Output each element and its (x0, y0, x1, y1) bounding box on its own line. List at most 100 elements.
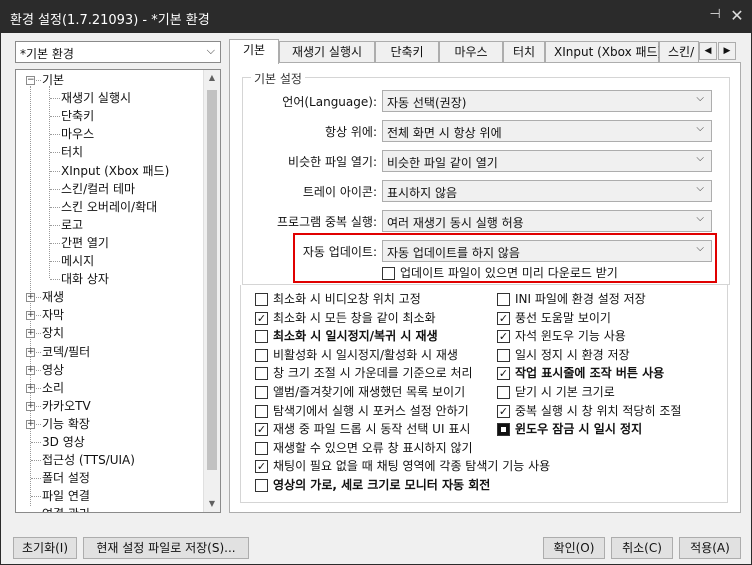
tree-item[interactable]: XInput (Xbox 패드) (61, 162, 169, 180)
tree-expander-icon[interactable]: + (26, 311, 35, 321)
tree-item[interactable]: 대화 상자 (61, 270, 109, 288)
tree-item[interactable]: 폴더 설정 (42, 469, 90, 487)
scrollbar-thumb[interactable] (207, 90, 217, 470)
tree-expander-icon[interactable]: + (26, 329, 35, 339)
tree-item[interactable]: 장치 (42, 324, 64, 342)
tree-item[interactable]: 터치 (61, 143, 83, 161)
tree-guide-line (50, 224, 60, 226)
window-title: 환경 설정(1.7.21093) - *기본 환경 (10, 13, 210, 28)
tab-item[interactable]: 마우스 (439, 41, 503, 63)
tree-expander-icon[interactable]: − (26, 76, 35, 85)
scroll-down-icon[interactable]: ▼ (204, 496, 220, 512)
tree-item[interactable]: 영상 (42, 361, 64, 379)
tree-item[interactable]: 코덱/필터 (42, 343, 90, 361)
tree-item[interactable]: 재생기 실행시 (61, 89, 131, 107)
tree-guide-line (50, 134, 60, 136)
tree-item[interactable]: 재생 (42, 288, 64, 306)
tab-item[interactable]: 재생기 실행시 (279, 41, 375, 63)
setting-dropdown[interactable]: 여러 재생기 동시 실행 허용 ⌵ (382, 210, 712, 232)
tab-item[interactable]: XInput (Xbox 패드) (545, 41, 662, 63)
checkbox-label: 채팅이 필요 없을 때 채팅 영역에 각종 탐색기 기능 사용 (273, 459, 551, 474)
setting-dropdown[interactable]: 표시하지 않음 ⌵ (382, 180, 712, 202)
option-checkbox[interactable]: ✓ 자석 윈도우 기능 사용 (497, 328, 727, 344)
option-checkbox[interactable]: ✓ 중복 실행 시 창 위치 적당히 조절 (497, 403, 727, 419)
tree-item[interactable]: 스킨 오버레이/확대 (61, 198, 157, 216)
tree-guide-line (36, 315, 41, 317)
profile-select[interactable]: *기본 환경 ⌵ (15, 41, 221, 63)
tree-item-label: 마우스 (61, 127, 95, 142)
option-checkbox[interactable]: 재생할 수 있으면 오류 창 표시하지 않기 (255, 440, 735, 456)
option-checkbox[interactable]: 윈도우 잠금 시 일시 정지 (497, 421, 727, 437)
scroll-up-icon[interactable]: ▲ (204, 70, 220, 86)
option-checkbox[interactable]: 일시 정지 시 환경 저장 (497, 347, 727, 363)
save-as-button[interactable]: 현재 설정 파일로 저장(S)... (83, 537, 249, 559)
tree-item[interactable]: 간편 열기 (61, 234, 109, 252)
tree-item-label: 스킨/컬러 테마 (61, 181, 136, 196)
tree-item[interactable]: 메시지 (61, 252, 94, 270)
tab-item[interactable]: 터치 (503, 41, 545, 63)
tree-item-label: 자막 (42, 308, 65, 323)
cancel-button[interactable]: 취소(C) (611, 537, 673, 559)
apply-button[interactable]: 적용(A) (679, 537, 741, 559)
tree-expander-icon[interactable]: + (26, 401, 35, 411)
tree-guide-line (50, 261, 60, 262)
tree-item-label: 단축키 (61, 109, 95, 124)
checkbox-label: 최소화 시 모든 창을 같이 최소화 (273, 310, 436, 325)
checkbox-label: 작업 표시줄에 조작 버튼 사용 (515, 366, 665, 381)
pin-icon[interactable]: ⊣ (706, 7, 724, 25)
close-icon[interactable]: ✕ (728, 6, 746, 25)
tree-item[interactable]: 접근성 (TTS/UIA) (42, 451, 135, 469)
tree-item[interactable]: 자막 (42, 306, 64, 324)
option-checkbox[interactable]: ✓ 채팅이 필요 없을 때 채팅 영역에 각종 탐색기 기능 사용 (255, 458, 735, 474)
tree-guide-line (50, 116, 60, 118)
tree-expander-icon[interactable]: + (26, 365, 35, 375)
setting-dropdown[interactable]: 자동 선택(권장) ⌵ (382, 90, 712, 112)
tree-item[interactable]: 소리 (42, 379, 64, 397)
option-checkbox[interactable]: 영상의 가로, 세로 크기로 모니터 자동 회전 (255, 477, 735, 493)
checkbox-label: 창 크기 조절 시 가운데를 기준으로 처리 (273, 366, 473, 381)
checkbox-label: 최소화 시 일시정지/복귀 시 재생 (273, 329, 438, 344)
tree-expander-icon[interactable]: + (26, 383, 35, 393)
tree-item[interactable]: 카카오TV (42, 397, 91, 415)
tree-item-label: 장치 (42, 326, 65, 341)
checkbox-box (255, 386, 268, 399)
reset-button[interactable]: 초기화(I) (13, 537, 77, 559)
settings-window: 환경 설정(1.7.21093) - *기본 환경 ⊣ ✕ *기본 환경 ⌵ ▲… (0, 0, 752, 565)
tree-expander-icon[interactable]: + (26, 293, 35, 303)
ok-button[interactable]: 확인(O) (543, 537, 605, 559)
setting-label: 비슷한 파일 열기: (288, 155, 377, 169)
tab-scroll-right-icon[interactable]: ▶ (718, 42, 736, 60)
tree-item[interactable]: 3D 영상 (42, 433, 85, 451)
option-checkbox[interactable]: 닫기 시 기본 크기로 (497, 384, 727, 400)
tree-item[interactable]: 단축키 (61, 107, 94, 125)
tree-item[interactable]: 로고 (61, 216, 83, 234)
chevron-down-icon: ⌵ (696, 93, 704, 104)
tab-scroll-left-icon[interactable]: ◀ (699, 42, 717, 60)
tab-item[interactable]: 단축키 (375, 41, 439, 63)
option-checkbox[interactable]: INI 파일에 환경 설정 저장 (497, 291, 727, 307)
tree-guide-line (31, 478, 41, 480)
checkbox-label: 영상의 가로, 세로 크기로 모니터 자동 회전 (273, 478, 491, 492)
settings-tree: ▲ ▼ − 기본 재생기 실행시 단축키 마우스 터치 XInput (Xbox 패드) 스킨… (15, 69, 221, 513)
option-checkbox[interactable]: ✓ 작업 표시줄에 조작 버튼 사용 (497, 365, 727, 381)
tab-item[interactable]: 스킨/ (659, 41, 699, 63)
checkbox-label: 앨범/즐겨찾기에 재생했던 목록 보이기 (273, 385, 466, 399)
tree-guide-line (50, 242, 60, 244)
tree-item[interactable]: 기능 확장 (42, 415, 90, 433)
tree-item[interactable]: 기본 (42, 71, 64, 89)
tab-item[interactable]: 기본 (229, 39, 279, 64)
option-checkbox[interactable]: ✓ 풍선 도움말 보이기 (497, 310, 727, 326)
checkbox-label: 탐색기에서 실행 시 포커스 설정 안하기 (273, 403, 469, 418)
checkbox-box (255, 367, 268, 381)
tree-item-label: 터치 (61, 145, 84, 160)
tree-item[interactable]: 파일 연결 (42, 487, 90, 505)
tree-scrollbar[interactable]: ▲ ▼ (203, 70, 220, 512)
setting-dropdown[interactable]: 비슷한 파일 같이 열기 ⌵ (382, 150, 712, 172)
tree-expander-icon[interactable]: + (26, 419, 35, 429)
tree-item[interactable]: 스킨/컬러 테마 (61, 180, 135, 198)
checkbox-box (255, 330, 268, 344)
tree-expander-icon[interactable]: + (26, 347, 35, 357)
setting-dropdown[interactable]: 전체 화면 시 항상 위에 ⌵ (382, 120, 712, 142)
tree-item[interactable]: 마우스 (61, 125, 94, 143)
tree-item[interactable]: 연결 관리 (42, 505, 90, 512)
